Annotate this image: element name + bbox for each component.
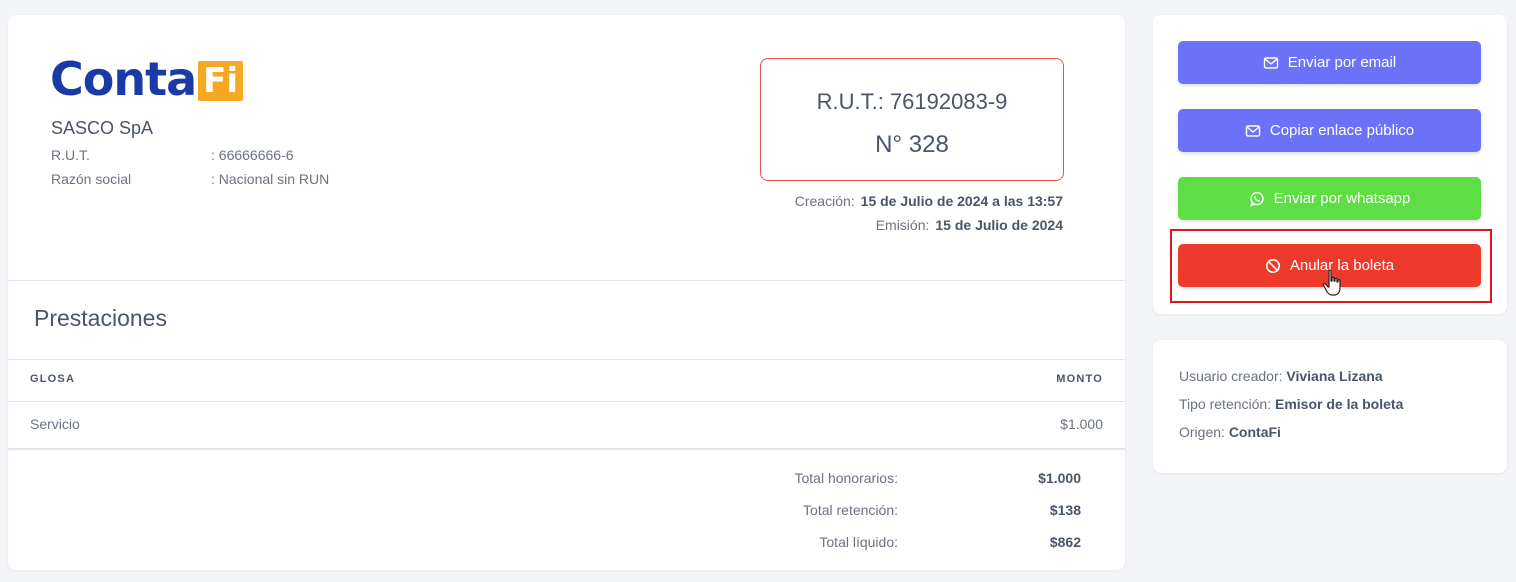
logo-text-fi: Fi [198, 61, 244, 101]
row-monto: $1.000 [1060, 416, 1103, 432]
creator-value: Viviana Lizana [1286, 368, 1383, 384]
document-id-box: R.U.T.: 76192083-9 N° 328 [760, 58, 1064, 181]
column-header-monto: MONTO [1056, 373, 1103, 385]
total-liquido-value: $862 [1049, 534, 1081, 550]
envelope-icon [1245, 123, 1261, 139]
total-retencion-label: Total retención: [803, 502, 898, 518]
company-razon-row: Razón social : Nacional sin RUN [51, 171, 329, 187]
table-bottom-divider [8, 448, 1125, 450]
send-email-button[interactable]: Enviar por email [1178, 41, 1481, 84]
ban-icon [1265, 258, 1281, 274]
boleta-card: Conta Fi SASCO SpA R.U.T. : 66666666-6 Ra… [8, 15, 1125, 570]
total-retencion-value: $138 [1049, 502, 1081, 518]
company-rut-value: : 66666666-6 [211, 147, 294, 163]
creator-row: Usuario creador: Viviana Lizana [1179, 368, 1383, 384]
copy-public-link-button[interactable]: Copiar enlace público [1178, 109, 1481, 152]
creation-label: Creación: [794, 193, 855, 209]
origin-row: Origen: ContaFi [1179, 424, 1281, 440]
table-top-divider [8, 359, 1125, 360]
send-whatsapp-button[interactable]: Enviar por whatsapp [1178, 177, 1481, 220]
total-liquido-label: Total líquido: [819, 534, 898, 550]
company-rut-row: R.U.T. : 66666666-6 [51, 147, 294, 163]
table-header-divider [8, 401, 1125, 402]
contafi-logo: Conta Fi [50, 52, 244, 106]
retention-value: Emisor de la boleta [1274, 396, 1404, 412]
creation-value: 15 de Julio de 2024 a las 13:57 [860, 193, 1063, 209]
copy-public-link-label: Copiar enlace público [1269, 122, 1415, 139]
column-header-glosa: GLOSA [30, 373, 76, 385]
creator-label: Usuario creador: [1179, 368, 1283, 384]
annul-boleta-button[interactable]: Anular la boleta [1178, 244, 1481, 287]
company-name: SASCO SpA [51, 118, 154, 138]
whatsapp-icon [1249, 191, 1265, 207]
total-honorarios-label: Total honorarios: [794, 470, 898, 486]
document-number: N° 328 [875, 131, 949, 158]
send-whatsapp-label: Enviar por whatsapp [1273, 190, 1411, 207]
envelope-icon [1263, 55, 1279, 71]
emission-value: 15 de Julio de 2024 [935, 217, 1063, 233]
retention-row: Tipo retención: Emisor de la boleta [1179, 396, 1403, 412]
creation-date-row: Creación: 15 de Julio de 2024 a las 13:57 [795, 193, 1063, 209]
section-title: Prestaciones [34, 305, 167, 331]
annul-boleta-label: Anular la boleta [1289, 257, 1395, 274]
company-razon-value: : Nacional sin RUN [211, 171, 330, 187]
total-honorarios-value: $1.000 [1038, 470, 1081, 486]
logo-text-conta: Conta [50, 52, 197, 106]
emission-date-row: Emisión: 15 de Julio de 2024 [876, 217, 1063, 233]
header-divider [8, 280, 1125, 281]
row-glosa: Servicio [30, 416, 80, 432]
emission-label: Emisión: [875, 217, 930, 233]
retention-label: Tipo retención: [1179, 396, 1272, 412]
info-card: Usuario creador: Viviana Lizana Tipo ret… [1153, 340, 1507, 473]
company-rut-label: R.U.T. [51, 147, 90, 163]
origin-label: Origen: [1179, 424, 1225, 440]
send-email-label: Enviar por email [1287, 54, 1397, 71]
origin-value: ContaFi [1228, 424, 1281, 440]
company-razon-label: Razón social [51, 171, 132, 187]
actions-card: Enviar por email Copiar enlace público E… [1153, 15, 1507, 314]
document-rut: R.U.T.: 76192083-9 [816, 89, 1008, 114]
